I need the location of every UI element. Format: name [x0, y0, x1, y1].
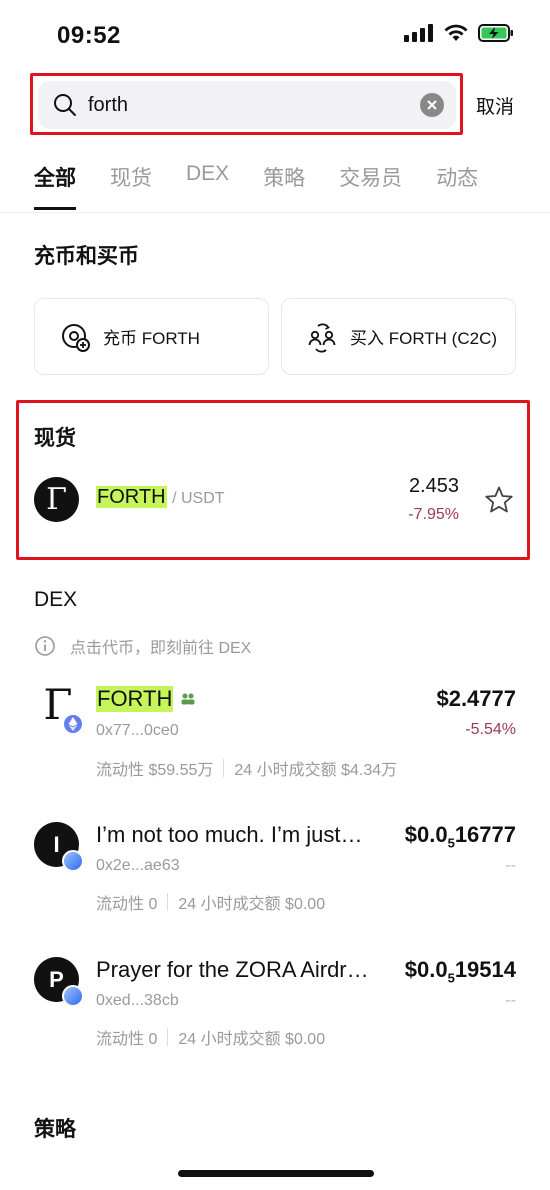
- tab-strategy[interactable]: 策略: [263, 162, 305, 210]
- ethereum-chain-icon: [62, 713, 84, 735]
- signal-icon: [404, 24, 433, 42]
- tab-traders[interactable]: 交易员: [339, 162, 402, 210]
- status-bar: 09:52: [0, 0, 550, 70]
- dex-token-price: $0.0516777: [404, 822, 516, 851]
- dex-token-name: FORTH: [96, 686, 197, 712]
- dex-token-symbol: FORTH: [96, 686, 174, 712]
- info-icon: [35, 636, 55, 656]
- dex-token-stats: 流动性 0 24 小时成交额 $0.00: [96, 1025, 325, 1049]
- forth-token-avatar: Γ: [34, 477, 79, 522]
- favorite-star-icon[interactable]: [484, 485, 514, 520]
- battery-charging-icon: [478, 24, 513, 42]
- community-icon: [181, 693, 195, 705]
- dex-token-stats: 流动性 0 24 小时成交额 $0.00: [96, 890, 325, 914]
- tabs-divider: [0, 212, 550, 213]
- tab-feed[interactable]: 动态: [436, 162, 478, 210]
- strategy-section-title: 策略: [34, 1118, 76, 1141]
- category-tabs: 全部 现货 DEX 策略 交易员 动态: [34, 162, 512, 210]
- dex-token-liquidity: 流动性 0: [96, 896, 158, 913]
- deposit-label: 充币 FORTH: [103, 329, 200, 348]
- spot-price: 2.453: [408, 475, 459, 497]
- dex-token-price: $0.0519514: [404, 957, 516, 986]
- dex-token-liquidity: 流动性 0: [96, 1031, 158, 1048]
- home-indicator[interactable]: [178, 1170, 374, 1177]
- search-bar[interactable]: [38, 81, 456, 129]
- clear-icon[interactable]: [420, 93, 444, 117]
- dex-hint-text: 点击代币，即刻前往 DEX: [70, 640, 252, 657]
- search-icon: [52, 92, 78, 118]
- status-time: 09:52: [57, 22, 121, 49]
- spot-section-title: 现货: [34, 427, 76, 450]
- spot-quote-symbol: / USDT: [172, 490, 225, 507]
- tab-spot[interactable]: 现货: [110, 162, 152, 210]
- deposit-icon: [59, 321, 91, 353]
- base-chain-icon: [62, 850, 84, 872]
- dex-token-volume: 24 小时成交额 $4.34万: [234, 762, 398, 779]
- tabs-fade: [530, 168, 550, 196]
- buy-c2c-button[interactable]: 买入 FORTH (C2C): [281, 298, 516, 375]
- dex-token-price: $2.4777: [436, 686, 516, 711]
- base-chain-icon: [62, 985, 84, 1007]
- spot-base-symbol: FORTH: [96, 486, 167, 508]
- buy-label: 买入 FORTH (C2C): [350, 329, 498, 348]
- search-input[interactable]: [88, 93, 420, 117]
- dex-token-stats: 流动性 $59.55万 24 小时成交额 $4.34万: [96, 756, 397, 780]
- dex-token-volume: 24 小时成交额 $0.00: [178, 1031, 326, 1048]
- dex-token-name: I’m not too much. I’m just…: [96, 822, 363, 847]
- deposit-section-title: 充币和买币: [34, 245, 139, 268]
- dex-token-volume: 24 小时成交额 $0.00: [178, 896, 326, 913]
- deposit-button[interactable]: 充币 FORTH: [34, 298, 269, 375]
- tab-dex[interactable]: DEX: [186, 162, 229, 210]
- dex-token-change: --: [505, 992, 516, 1009]
- dex-section-title: DEX: [34, 588, 78, 611]
- wifi-icon: [444, 24, 468, 41]
- spot-pair-name: FORTH / USDT: [96, 486, 225, 509]
- dex-token-change: --: [505, 857, 516, 874]
- dex-token-address: 0x77...0ce0: [96, 722, 179, 739]
- dex-token-liquidity: 流动性 $59.55万: [96, 762, 214, 779]
- dex-token-address: 0xed...38cb: [96, 992, 179, 1009]
- cancel-button[interactable]: 取消: [476, 92, 514, 119]
- spot-change: -7.95%: [408, 506, 459, 523]
- dex-token-name: Prayer for the ZORA Airdr…: [96, 957, 369, 982]
- status-icons: [404, 24, 514, 42]
- dex-hint: 点击代币，即刻前往 DEX: [34, 634, 251, 658]
- tab-all[interactable]: 全部: [34, 162, 76, 210]
- p2p-exchange-icon: [306, 321, 338, 353]
- dex-token-address: 0x2e...ae63: [96, 857, 180, 874]
- dex-token-change: -5.54%: [465, 721, 516, 738]
